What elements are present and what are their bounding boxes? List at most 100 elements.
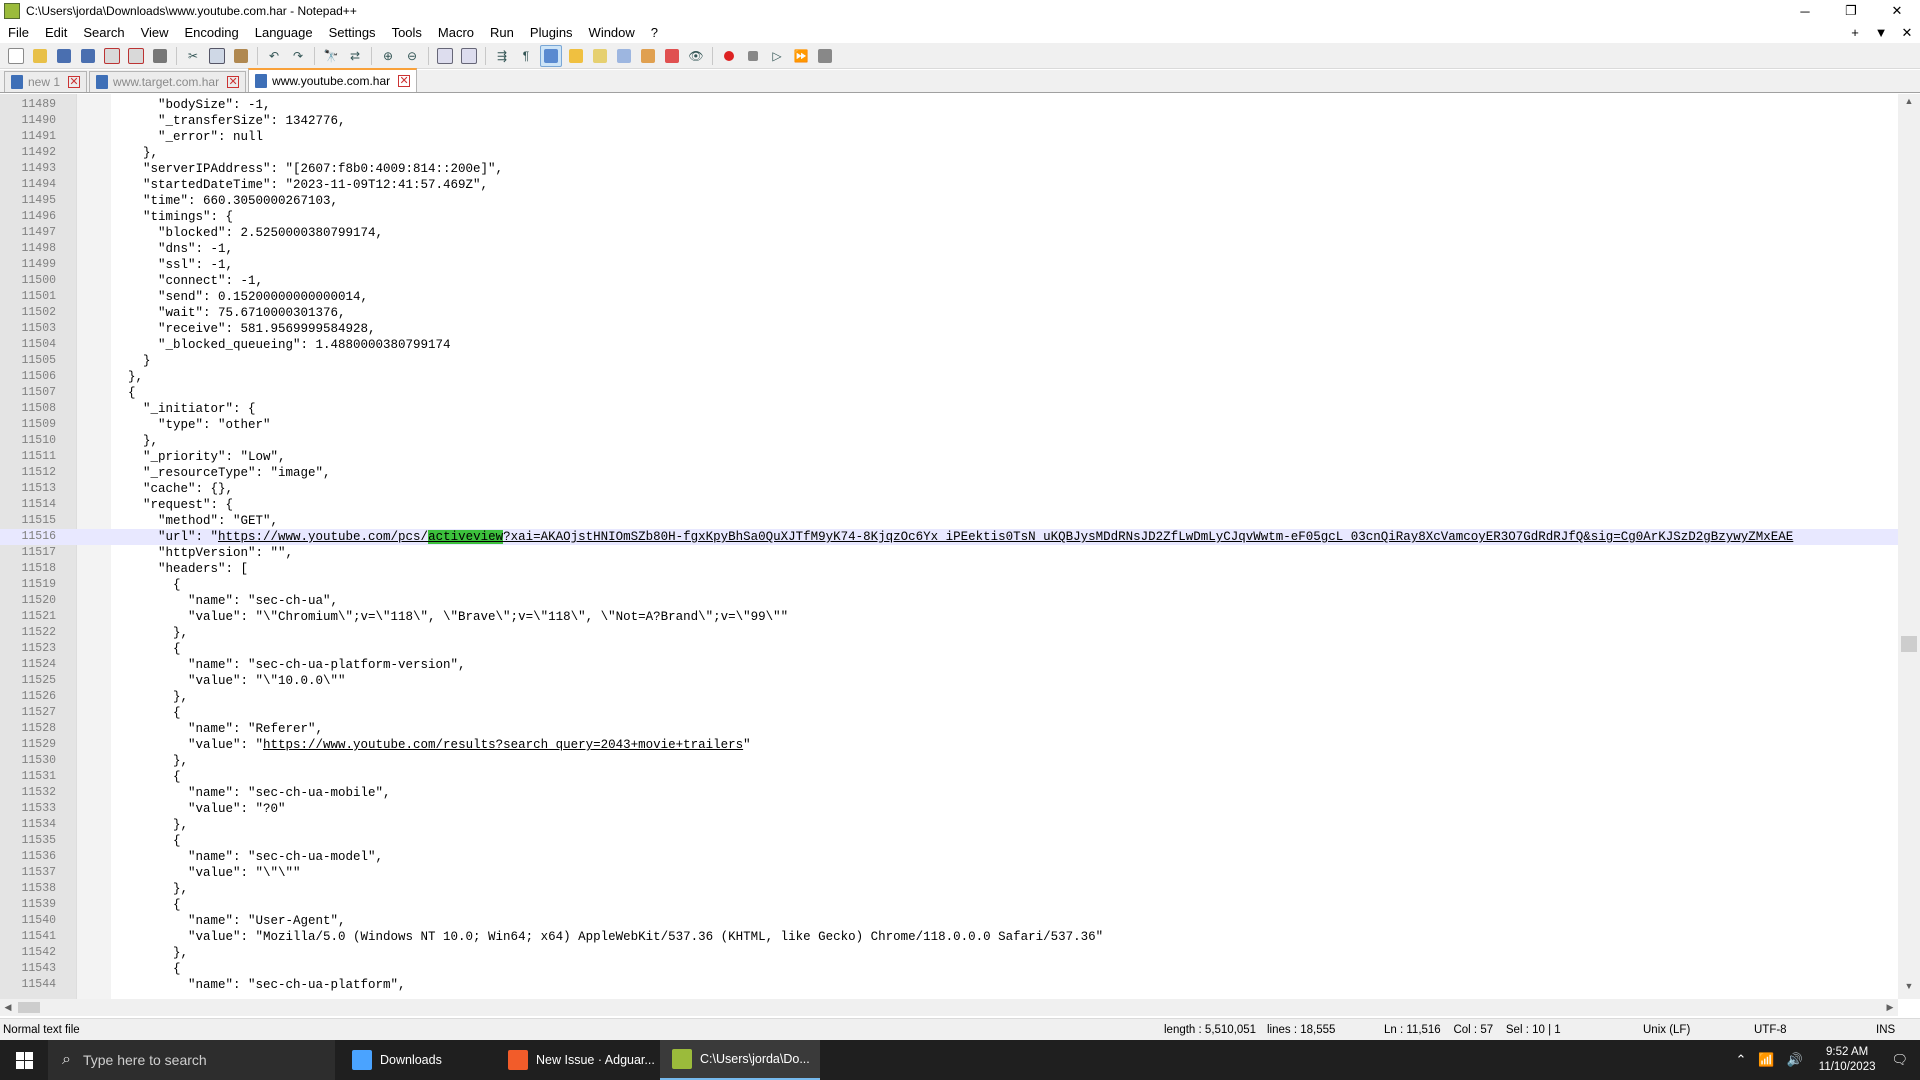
editor-line[interactable]: 11523 { <box>0 641 1898 657</box>
udl-icon[interactable] <box>566 46 586 66</box>
taskbar-search[interactable]: ⌕ Type here to search <box>48 1040 335 1080</box>
doc-list-icon[interactable] <box>614 46 634 66</box>
editor-line[interactable]: 11530 }, <box>0 753 1898 769</box>
editor-line[interactable]: 11539 { <box>0 897 1898 913</box>
word-wrap-icon[interactable]: ⇶ <box>492 46 512 66</box>
sync-vertical-icon[interactable] <box>435 46 455 66</box>
editor-line[interactable]: 11535 { <box>0 833 1898 849</box>
editor-line[interactable]: 11541 "value": "Mozilla/5.0 (Windows NT … <box>0 929 1898 945</box>
menu-macro[interactable]: Macro <box>430 25 482 40</box>
editor-line[interactable]: 11540 "name": "User-Agent", <box>0 913 1898 929</box>
network-icon[interactable]: 📶 <box>1758 1052 1774 1068</box>
start-button[interactable] <box>0 1040 48 1080</box>
record-macro-icon[interactable] <box>719 46 739 66</box>
editor-line[interactable]: 11517 "httpVersion": "", <box>0 545 1898 561</box>
close-button[interactable]: ✕ <box>1874 0 1920 22</box>
editor-line[interactable]: 11497 "blocked": 2.5250000380799174, <box>0 225 1898 241</box>
scroll-down-icon[interactable]: ▼ <box>1898 981 1920 997</box>
menu-edit[interactable]: Edit <box>37 25 75 40</box>
indent-guide-icon[interactable] <box>540 44 562 67</box>
tab-youtube-har[interactable]: www.youtube.com.har ✕ <box>248 68 418 92</box>
editor-line[interactable]: 11520 "name": "sec-ch-ua", <box>0 593 1898 609</box>
new-tab-button[interactable]: + <box>1842 25 1868 41</box>
sync-horizontal-icon[interactable] <box>459 46 479 66</box>
scroll-right-icon[interactable]: ▶ <box>1882 999 1898 1016</box>
editor-line[interactable]: 11509 "type": "other" <box>0 417 1898 433</box>
scroll-thumb[interactable] <box>1901 636 1917 652</box>
editor-line[interactable]: 11513 "cache": {}, <box>0 481 1898 497</box>
menu-search[interactable]: Search <box>75 25 132 40</box>
editor-line[interactable]: 11494 "startedDateTime": "2023-11-09T12:… <box>0 177 1898 193</box>
show-all-chars-icon[interactable]: ¶ <box>516 46 536 66</box>
taskbar-app-downloads[interactable]: Downloads <box>340 1040 480 1080</box>
menu-view[interactable]: View <box>133 25 177 40</box>
editor-line[interactable]: 11489 "bodySize": -1, <box>0 97 1898 113</box>
editor-line[interactable]: 11514 "request": { <box>0 497 1898 513</box>
editor-line[interactable]: 11525 "value": "\"10.0.0\"" <box>0 673 1898 689</box>
editor-line[interactable]: 11532 "name": "sec-ch-ua-mobile", <box>0 785 1898 801</box>
new-file-icon[interactable] <box>6 46 26 66</box>
restore-button[interactable]: ❐ <box>1828 0 1874 22</box>
editor-line[interactable]: 11500 "connect": -1, <box>0 273 1898 289</box>
editor-line[interactable]: 11490 "_transferSize": 1342776, <box>0 113 1898 129</box>
monitoring-icon[interactable]: 👁 <box>686 46 706 66</box>
editor-line[interactable]: 11519 { <box>0 577 1898 593</box>
editor-line[interactable]: 11501 "send": 0.15200000000000014, <box>0 289 1898 305</box>
chevron-up-icon[interactable]: ⌃ <box>1736 1052 1747 1068</box>
editor-line[interactable]: 11503 "receive": 581.9569999584928, <box>0 321 1898 337</box>
scroll-left-icon[interactable]: ◀ <box>0 999 16 1016</box>
editor-line[interactable]: 11529 "value": "https://www.youtube.com/… <box>0 737 1898 753</box>
editor-line[interactable]: 11527 { <box>0 705 1898 721</box>
cut-icon[interactable]: ✂ <box>183 46 203 66</box>
url-link[interactable]: https://www.youtube.com/results?search_q… <box>263 738 743 752</box>
clock[interactable]: 9:52 AM 11/10/2023 <box>1819 1045 1876 1075</box>
run-macro-multiple-icon[interactable]: ⏩ <box>791 46 811 66</box>
menu-language[interactable]: Language <box>247 25 321 40</box>
editor-line[interactable]: 11506}, <box>0 369 1898 385</box>
editor-line[interactable]: 11536 "name": "sec-ch-ua-model", <box>0 849 1898 865</box>
editor-line[interactable]: 11524 "name": "sec-ch-ua-platform-versio… <box>0 657 1898 673</box>
text-editor[interactable]: 11489 "bodySize": -1, 11490 "_transferSiz… <box>0 94 1920 999</box>
editor-line[interactable]: 11504 "_blocked_queueing": 1.48800003807… <box>0 337 1898 353</box>
editor-line[interactable]: 11498 "dns": -1, <box>0 241 1898 257</box>
editor-line[interactable]: 11544 "name": "sec-ch-ua-platform", <box>0 977 1898 993</box>
editor-line[interactable]: 11491 "_error": null <box>0 129 1898 145</box>
editor-line[interactable]: 11538 }, <box>0 881 1898 897</box>
save-macro-icon[interactable] <box>815 46 835 66</box>
editor-line[interactable]: 11499 "ssl": -1, <box>0 257 1898 273</box>
volume-icon[interactable]: 🔊 <box>1787 1052 1803 1068</box>
editor-line[interactable]: 11534 }, <box>0 817 1898 833</box>
paste-icon[interactable] <box>231 46 251 66</box>
tab-target-har[interactable]: www.target.com.har ✕ <box>89 71 247 92</box>
menu-settings[interactable]: Settings <box>321 25 384 40</box>
open-file-icon[interactable] <box>30 46 50 66</box>
function-list-icon[interactable] <box>638 46 658 66</box>
tab-new-1[interactable]: new 1 ✕ <box>4 71 88 92</box>
save-icon[interactable] <box>54 46 74 66</box>
menu-tools[interactable]: Tools <box>384 25 430 40</box>
zoom-out-icon[interactable]: ⊖ <box>402 46 422 66</box>
editor-line[interactable]: 11511 "_priority": "Low", <box>0 449 1898 465</box>
folder-workspace-icon[interactable] <box>662 46 682 66</box>
undo-icon[interactable]: ↶ <box>264 46 284 66</box>
editor-line[interactable]: 11510 }, <box>0 433 1898 449</box>
taskbar-app-notepadpp[interactable]: C:\Users\jorda\Do... <box>660 1040 820 1080</box>
close-icon[interactable]: ✕ <box>398 75 411 87</box>
close-file-icon[interactable] <box>102 46 122 66</box>
status-mode[interactable]: INS <box>1876 1024 1895 1036</box>
editor-line[interactable]: 11515 "method": "GET", <box>0 513 1898 529</box>
print-icon[interactable] <box>150 46 170 66</box>
find-icon[interactable]: 🔭 <box>321 46 341 66</box>
editor-line[interactable]: 11543 { <box>0 961 1898 977</box>
menu-plugins[interactable]: Plugins <box>522 25 581 40</box>
menu-encoding[interactable]: Encoding <box>177 25 247 40</box>
editor-line[interactable]: 11507 { <box>0 385 1898 401</box>
stop-macro-icon[interactable] <box>743 46 763 66</box>
minimize-button[interactable]: ─ <box>1782 0 1828 22</box>
status-position[interactable]: Ln : 11,516 Col : 57 Sel : 10 | 1 <box>1384 1024 1561 1036</box>
menu-window[interactable]: Window <box>581 25 643 40</box>
editor-line[interactable]: 11505 } <box>0 353 1898 369</box>
scroll-up-icon[interactable]: ▲ <box>1898 96 1920 112</box>
replace-icon[interactable]: ⇄ <box>345 46 365 66</box>
status-eol[interactable]: Unix (LF) <box>1643 1024 1690 1036</box>
